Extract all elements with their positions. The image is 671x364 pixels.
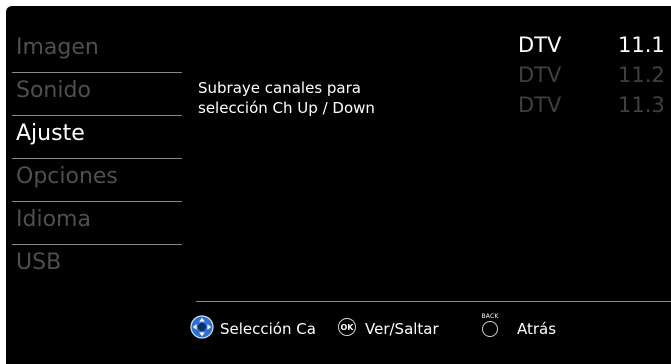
menu-item-label: Opciones <box>16 164 118 189</box>
tv-settings-screen: Imagen Sonido Ajuste Opciones Idioma USB… <box>6 6 671 364</box>
menu-item-sonido[interactable]: Sonido <box>12 73 182 116</box>
channel-type: DTV <box>518 63 562 87</box>
ok-hint-label: Ver/Saltar <box>365 320 439 338</box>
footer-divider <box>196 301 671 302</box>
menu-item-label: USB <box>16 250 62 275</box>
back-icon-text: BACK <box>481 313 499 320</box>
channel-type: DTV <box>518 33 562 57</box>
menu-item-label: Idioma <box>16 207 91 232</box>
menu-item-usb[interactable]: USB <box>12 245 182 288</box>
back-circle-icon <box>482 321 498 337</box>
channel-number: 11.1 <box>618 33 665 57</box>
menu-item-opciones[interactable]: Opciones <box>12 159 182 202</box>
settings-menu: Imagen Sonido Ajuste Opciones Idioma USB <box>12 30 182 288</box>
menu-item-imagen[interactable]: Imagen <box>12 30 182 73</box>
button-hint-bar: Selección Ca OK Ver/Saltar BACK Atrás <box>6 313 671 344</box>
channel-row[interactable]: DTV 11.2 <box>518 60 671 90</box>
menu-item-idioma[interactable]: Idioma <box>12 202 182 245</box>
setting-description: Subraye canales para selección Ch Up / D… <box>198 78 375 118</box>
menu-item-label: Imagen <box>16 35 99 60</box>
back-button-icon: BACK <box>478 313 502 337</box>
channel-row[interactable]: DTV 11.1 <box>518 30 671 60</box>
menu-item-label: Sonido <box>16 78 91 103</box>
ok-icon-text: OK <box>338 318 356 336</box>
channel-list: DTV 11.1 DTV 11.2 DTV 11.3 <box>518 30 671 120</box>
channel-number: 11.2 <box>618 63 665 87</box>
nav-hint-label: Selección Ca <box>220 320 316 338</box>
menu-item-ajuste[interactable]: Ajuste <box>12 116 182 159</box>
channel-type: DTV <box>518 93 562 117</box>
channel-number: 11.3 <box>618 93 665 117</box>
ok-button-icon: OK <box>338 318 356 336</box>
description-line: Subraye canales para <box>198 79 361 97</box>
back-hint-label: Atrás <box>517 320 557 338</box>
menu-item-label: Ajuste <box>16 121 85 146</box>
dpad-icon <box>190 315 214 343</box>
channel-row[interactable]: DTV 11.3 <box>518 90 671 120</box>
description-line: selección Ch Up / Down <box>198 99 375 117</box>
